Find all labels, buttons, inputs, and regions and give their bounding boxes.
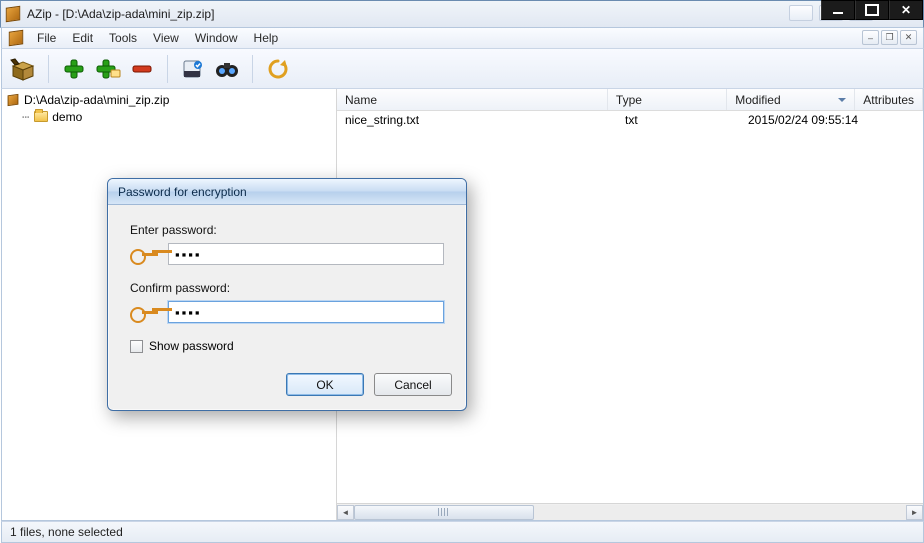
enter-password-input[interactable] [168, 243, 444, 265]
checkbox-icon [130, 340, 143, 353]
window-titlebar[interactable]: AZip - [D:\Ada\zip-ada\mini_zip.zip] [0, 0, 924, 28]
cell-name: nice_string.txt [337, 113, 617, 127]
menu-edit[interactable]: Edit [64, 29, 101, 47]
mdi-close-button[interactable]: ✕ [900, 30, 917, 45]
refresh-icon [267, 58, 289, 80]
file-row[interactable]: nice_string.txt txt 2015/02/24 09:55:14 [337, 111, 923, 129]
window-buttons [821, 0, 923, 20]
ok-button[interactable]: OK [286, 373, 364, 396]
cell-modified: 2015/02/24 09:55:14 [740, 113, 872, 127]
plus-folder-icon [95, 58, 121, 80]
add-folder-button[interactable] [93, 54, 123, 84]
window-minimize-button[interactable] [821, 0, 855, 20]
app-icon [5, 6, 21, 22]
scroll-thumb[interactable] [354, 505, 534, 520]
scroll-right-button[interactable]: ► [906, 505, 923, 520]
window-close-button[interactable] [889, 0, 923, 20]
update-button[interactable] [263, 54, 293, 84]
key-icon [130, 247, 158, 261]
menu-help[interactable]: Help [246, 29, 287, 47]
confirm-password-label: Confirm password: [130, 281, 444, 295]
box-open-icon [10, 56, 36, 82]
window-title: AZip - [D:\Ada\zip-ada\mini_zip.zip] [27, 7, 919, 21]
toolbar-separator [167, 55, 168, 83]
binoculars-icon [215, 59, 239, 79]
find-button[interactable] [212, 54, 242, 84]
horizontal-scrollbar[interactable]: ◄ ► [337, 503, 923, 520]
remove-button[interactable] [127, 54, 157, 84]
show-password-label: Show password [149, 339, 234, 353]
window-maximize-button[interactable] [855, 0, 889, 20]
file-list-header: Name Type Modified Attributes [337, 89, 923, 111]
toolbar-separator [48, 55, 49, 83]
menu-view[interactable]: View [145, 29, 187, 47]
show-password-checkbox[interactable]: Show password [130, 339, 444, 353]
password-dialog: Password for encryption Enter password: … [107, 178, 467, 411]
scroll-track[interactable] [354, 505, 906, 520]
tree-item-label: demo [52, 110, 82, 124]
column-modified[interactable]: Modified [727, 89, 855, 110]
archive-icon [6, 93, 20, 107]
tree-root-label: D:\Ada\zip-ada\mini_zip.zip [24, 93, 169, 107]
mdi-minimize-button[interactable]: – [862, 30, 879, 45]
drive-check-icon [182, 58, 204, 80]
mdi-buttons: – ❐ ✕ [862, 30, 917, 45]
add-files-button[interactable] [59, 54, 89, 84]
tree-item-demo[interactable]: ⋯ demo [4, 108, 334, 125]
scroll-left-button[interactable]: ◄ [337, 505, 354, 520]
status-text: 1 files, none selected [10, 525, 123, 539]
menu-file[interactable]: File [29, 29, 64, 47]
menu-tools[interactable]: Tools [101, 29, 145, 47]
dialog-title[interactable]: Password for encryption [108, 179, 466, 205]
column-name[interactable]: Name [337, 89, 608, 110]
mdi-restore-button[interactable]: ❐ [881, 30, 898, 45]
toolbar-separator [252, 55, 253, 83]
column-attributes[interactable]: Attributes [855, 89, 923, 110]
toolbar [1, 49, 924, 89]
menu-bar: File Edit Tools View Window Help – ❐ ✕ [1, 28, 924, 49]
plus-green-icon [63, 58, 85, 80]
confirm-password-input[interactable] [168, 301, 444, 323]
test-button[interactable] [178, 54, 208, 84]
enter-password-label: Enter password: [130, 223, 444, 237]
minus-red-icon [131, 58, 153, 80]
column-type[interactable]: Type [608, 89, 727, 110]
app-icon [8, 30, 24, 46]
key-icon [130, 305, 158, 319]
tree-root[interactable]: D:\Ada\zip-ada\mini_zip.zip [4, 91, 334, 108]
menu-window[interactable]: Window [187, 29, 246, 47]
tree-branch-icon: ⋯ [22, 110, 28, 124]
cell-type: txt [617, 113, 740, 127]
folder-icon [34, 111, 48, 122]
extract-button[interactable] [8, 54, 38, 84]
status-bar: 1 files, none selected [1, 521, 924, 543]
cancel-button[interactable]: Cancel [374, 373, 452, 396]
